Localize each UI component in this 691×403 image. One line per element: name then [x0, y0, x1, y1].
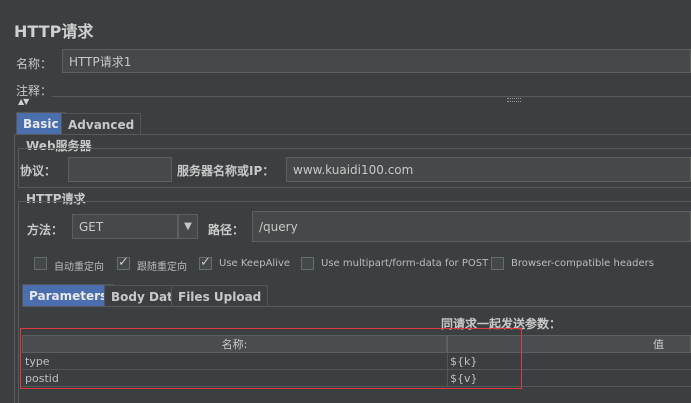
browser-compatible-label: Browser-compatible headers [511, 258, 654, 269]
method-label: 方法： [27, 223, 64, 237]
tab-basic[interactable]: Basic [16, 112, 66, 134]
name-label: 名称： [16, 57, 53, 71]
multipart-checkbox[interactable] [301, 257, 314, 270]
server-input[interactable]: www.kuaidi100.com [286, 157, 691, 182]
follow-redirect-checkbox[interactable] [117, 255, 130, 270]
follow-redirect-label: 跟随重定向 [137, 262, 187, 273]
multipart-label: Use multipart/form-data for POST [321, 258, 489, 269]
path-input[interactable]: /query [252, 211, 691, 242]
tab-files-upload[interactable]: Files Upload [171, 285, 269, 307]
keepalive-label: Use KeepAlive [219, 258, 291, 269]
protocol-input[interactable] [68, 157, 172, 182]
protocol-label: 协议： [20, 164, 57, 178]
chevron-down-icon[interactable]: ▼ [178, 214, 198, 239]
params-tab-divider [22, 306, 691, 307]
keepalive-checkbox[interactable] [199, 255, 212, 270]
tab-advanced[interactable]: Advanced [61, 113, 142, 135]
server-label: 服务器名称或IP： [177, 164, 275, 178]
page-title: HTTP请求 [14, 22, 94, 41]
browser-compatible-checkbox[interactable] [491, 257, 504, 270]
auto-redirect-checkbox[interactable] [34, 257, 47, 270]
highlight-box [20, 328, 522, 389]
auto-redirect-label: 自动重定向 [54, 262, 104, 273]
comment-divider [52, 96, 691, 97]
collapse-arrows-icon[interactable]: ▲▼ [18, 97, 29, 106]
tab-parameters[interactable]: Parameters [22, 284, 115, 306]
name-input[interactable]: HTTP请求1 [62, 49, 691, 73]
path-label: 路径： [208, 223, 245, 237]
splitter-grip-icon[interactable] [507, 98, 521, 102]
method-select[interactable]: GET [72, 214, 178, 239]
